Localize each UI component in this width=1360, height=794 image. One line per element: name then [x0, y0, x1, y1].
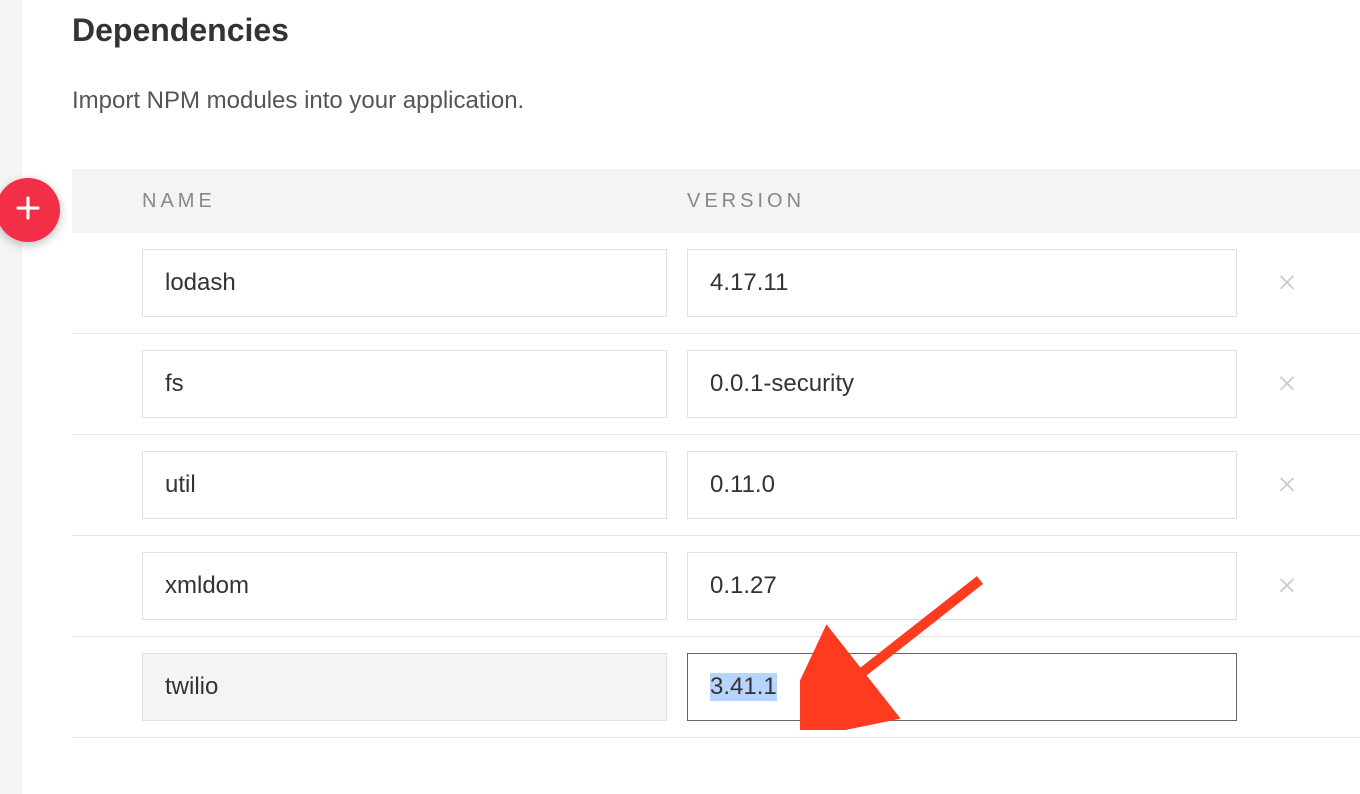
cell-version: 4.17.11: [687, 249, 1257, 317]
cell-delete: [1257, 364, 1317, 404]
close-icon: [1276, 368, 1298, 400]
dependency-name-input[interactable]: twilio: [142, 653, 667, 721]
dependency-version-input[interactable]: 3.41.1: [687, 653, 1237, 721]
cell-name: xmldom: [142, 552, 687, 620]
dependency-name-input[interactable]: fs: [142, 350, 667, 418]
table-row: fs 0.0.1-security: [72, 334, 1360, 435]
dependencies-table: NAME VERSION lodash 4.17.11 fs 0.0.1-securi…: [22, 169, 1360, 738]
cell-delete: [1257, 566, 1317, 606]
dependency-version-input[interactable]: 0.1.27: [687, 552, 1237, 620]
dependencies-section: Dependencies Import NPM modules into you…: [22, 0, 1360, 738]
table-header: NAME VERSION: [72, 169, 1360, 233]
cell-delete: [1257, 263, 1317, 303]
close-icon: [1276, 469, 1298, 501]
cell-name: twilio: [142, 653, 687, 721]
dependency-name-input[interactable]: xmldom: [142, 552, 667, 620]
section-title: Dependencies: [72, 12, 1360, 49]
dependency-name-input[interactable]: lodash: [142, 249, 667, 317]
delete-dependency-button[interactable]: [1267, 263, 1307, 303]
left-gutter: [0, 0, 22, 794]
delete-dependency-button[interactable]: [1267, 364, 1307, 404]
cell-name: lodash: [142, 249, 687, 317]
table-body: lodash 4.17.11 fs 0.0.1-security util 0.11.0 x…: [72, 233, 1360, 738]
dependency-name-input[interactable]: util: [142, 451, 667, 519]
table-row: xmldom 0.1.27: [72, 536, 1360, 637]
delete-dependency-button[interactable]: [1267, 566, 1307, 606]
cell-version: 0.1.27: [687, 552, 1257, 620]
cell-name: fs: [142, 350, 687, 418]
table-row: lodash 4.17.11: [72, 233, 1360, 334]
close-icon: [1276, 267, 1298, 299]
cell-version: 3.41.1: [687, 653, 1257, 721]
cell-version: 0.11.0: [687, 451, 1257, 519]
dependency-version-input[interactable]: 0.0.1-security: [687, 350, 1237, 418]
table-row: util 0.11.0: [72, 435, 1360, 536]
plus-icon: [13, 190, 43, 230]
close-icon: [1276, 570, 1298, 602]
cell-version: 0.0.1-security: [687, 350, 1257, 418]
cell-delete: [1257, 465, 1317, 505]
dependency-version-input[interactable]: 4.17.11: [687, 249, 1237, 317]
section-description: Import NPM modules into your application…: [72, 87, 1360, 115]
delete-dependency-button[interactable]: [1267, 465, 1307, 505]
dependency-version-input[interactable]: 0.11.0: [687, 451, 1237, 519]
column-header-name: NAME: [142, 190, 687, 213]
column-header-version: VERSION: [687, 190, 1360, 213]
table-row: twilio 3.41.1: [72, 637, 1360, 738]
cell-name: util: [142, 451, 687, 519]
